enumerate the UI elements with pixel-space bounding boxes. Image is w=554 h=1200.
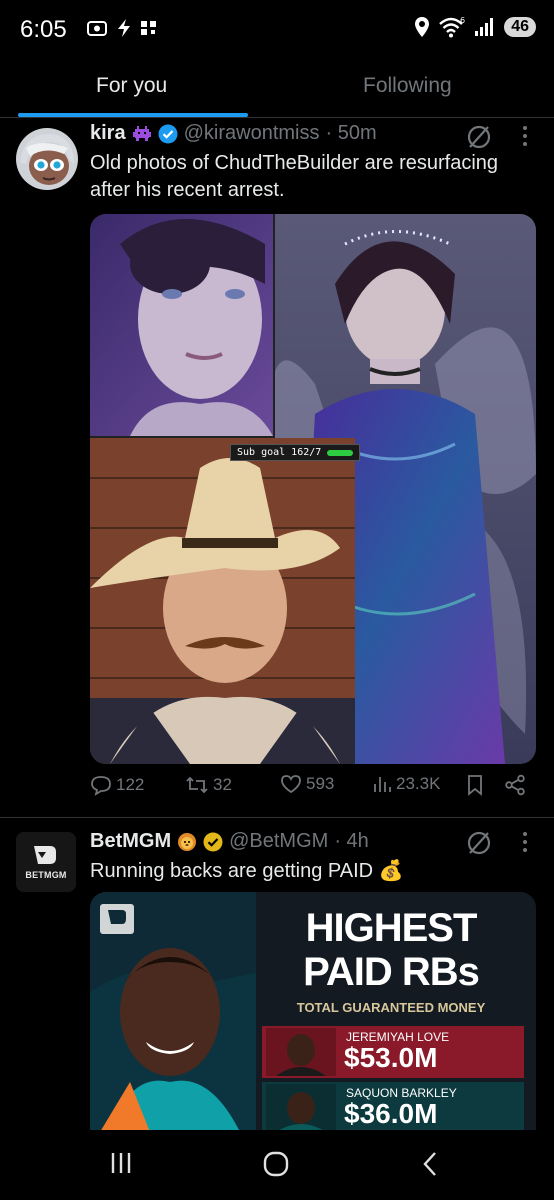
signal-icon <box>475 18 494 36</box>
bookmark-icon <box>468 775 482 796</box>
player-row: JEREMIYAH LOVE $53.0M <box>262 1026 524 1078</box>
photo-bottom-left <box>90 438 355 764</box>
flash-icon <box>118 19 130 37</box>
user-handle[interactable]: @kirawontmiss <box>184 122 320 145</box>
graphic-title-1: HIGHEST <box>305 906 478 950</box>
tweet-actions: 122 32 593 23.3K <box>90 774 530 804</box>
tweet-media[interactable]: HIGHEST PAID RBs TOTAL GUARANTEED MONEY … <box>90 892 536 1142</box>
sub-goal-label: Sub goal 162/7 <box>237 447 322 458</box>
more-icon[interactable] <box>518 124 532 150</box>
tab-following[interactable]: Following <box>363 74 452 98</box>
photo-top-left <box>90 214 273 436</box>
tweet-text: Running backs are getting PAID 💰 <box>90 860 404 882</box>
grok-icon[interactable] <box>466 830 492 856</box>
location-icon <box>415 17 430 37</box>
status-left-icons <box>86 18 158 38</box>
tweet-time: · 4h <box>334 830 369 852</box>
status-time: 6:05 <box>20 16 67 43</box>
player-photo <box>266 1084 336 1132</box>
tweet-card[interactable]: kira @kirawontmiss · 50m Old photos of C… <box>0 118 554 818</box>
avatar[interactable]: BETMGM <box>16 832 76 892</box>
share-icon <box>505 774 525 796</box>
tweet-header: kira @kirawontmiss · 50m <box>90 122 377 145</box>
tweet-text: Old photos of ChudTheBuilder are resurfa… <box>90 152 499 201</box>
system-nav-bar <box>0 1130 554 1200</box>
camera-icon <box>87 21 107 36</box>
views-icon <box>374 777 391 792</box>
reply-button[interactable]: 122 <box>90 774 144 796</box>
graphic-subtitle: TOTAL GUARANTEED MONEY <box>296 1000 486 1015</box>
more-icon[interactable] <box>518 830 532 856</box>
tweet-media[interactable]: Sub goal 162/7 <box>90 214 536 764</box>
wifi-icon: 6 <box>439 16 465 38</box>
tweet-time: · 50m <box>325 122 377 144</box>
timeline-tabs: For you Following <box>0 62 554 118</box>
alien-badge-icon <box>132 125 151 141</box>
status-bar: 6:05 6 46 <box>0 0 554 62</box>
graphic-panel: HIGHEST PAID RBs TOTAL GUARANTEED MONEY … <box>256 892 536 1134</box>
network-type: 6 <box>460 16 465 25</box>
like-icon <box>281 775 301 794</box>
display-name[interactable]: kira <box>90 122 126 145</box>
grid-icon <box>141 21 156 35</box>
graphic-title-2: PAID RBs <box>303 950 480 994</box>
like-button[interactable]: 593 <box>280 774 334 794</box>
player-row: SAQUON BARKLEY $36.0M <box>262 1082 524 1134</box>
betmgm-logo-icon <box>100 904 134 934</box>
user-handle[interactable]: @BetMGM <box>229 830 328 853</box>
sub-goal-bar <box>327 449 354 456</box>
avatar[interactable] <box>16 128 78 190</box>
share-button[interactable] <box>504 774 526 796</box>
home-icon[interactable] <box>262 1150 290 1183</box>
grok-icon[interactable] <box>466 124 492 150</box>
status-right: 6 46 <box>414 16 536 38</box>
tab-for-you[interactable]: For you <box>96 74 167 98</box>
repost-button[interactable]: 32 <box>185 774 232 796</box>
back-icon[interactable] <box>420 1150 440 1183</box>
bookmark-button[interactable] <box>466 774 484 796</box>
reply-count: 122 <box>116 775 145 794</box>
views-count: 23.3K <box>396 774 441 793</box>
like-count: 593 <box>306 774 335 793</box>
verified-icon <box>158 124 178 143</box>
battery-indicator: 46 <box>504 17 536 37</box>
views-button[interactable]: 23.3K <box>372 774 440 794</box>
active-tab-indicator <box>18 113 248 117</box>
sub-goal-overlay: Sub goal 162/7 <box>230 444 361 461</box>
tweet-header: BetMGM @BetMGM · 4h <box>90 830 369 853</box>
lion-emoji-icon <box>178 832 197 851</box>
player-amount: $53.0M <box>344 1042 438 1073</box>
repost-count: 32 <box>213 775 232 794</box>
display-name[interactable]: BetMGM <box>90 830 171 853</box>
reply-icon <box>91 776 111 796</box>
repost-icon <box>186 776 208 794</box>
avatar-label: BETMGM <box>25 870 67 880</box>
player-photo <box>266 1028 336 1076</box>
player-amount: $36.0M <box>344 1098 438 1129</box>
verified-gold-icon <box>203 832 223 851</box>
tweet-card[interactable]: BETMGM BetMGM @BetMGM · 4h Running backs… <box>0 818 554 1142</box>
recents-icon[interactable] <box>108 1150 134 1181</box>
